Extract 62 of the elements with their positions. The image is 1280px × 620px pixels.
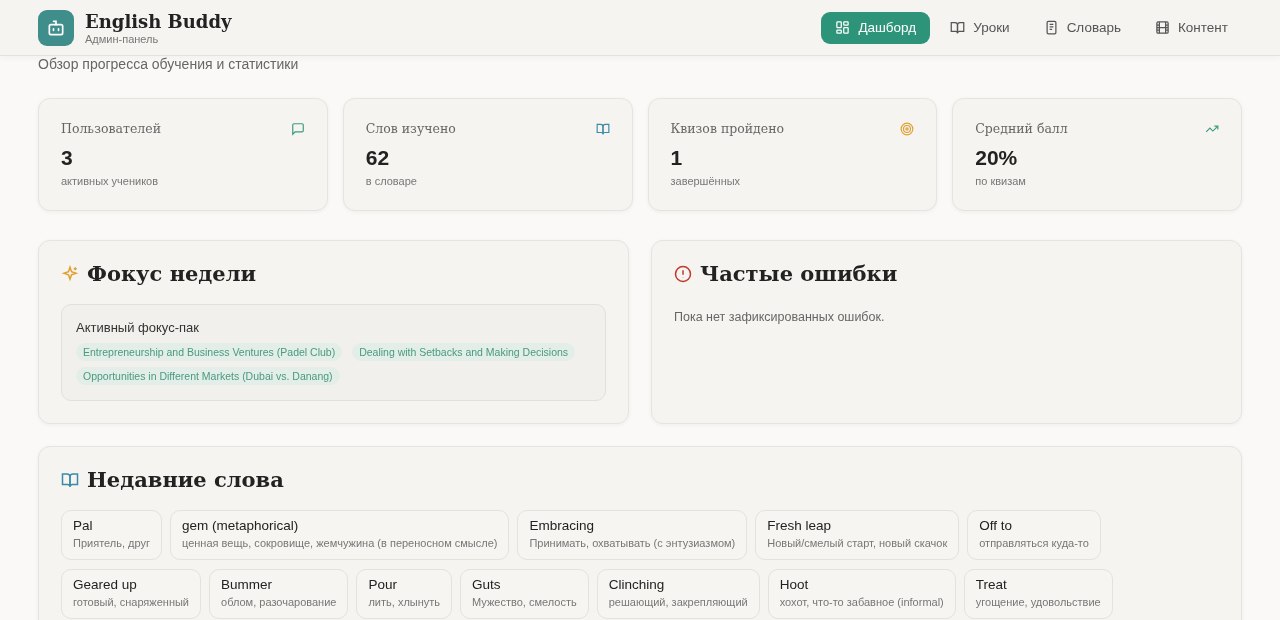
stat-label: Пользователей — [61, 121, 161, 136]
stat-caption: завершённых — [670, 175, 742, 187]
stat-value: 3 — [61, 146, 74, 170]
nav-tab[interactable]: Дашборд — [821, 11, 931, 44]
stat-value: 62 — [365, 146, 391, 170]
word-translation: Мужество, смелость — [472, 596, 577, 608]
stat-caption: в словаре — [365, 175, 418, 187]
word-text: Geared up — [73, 577, 138, 592]
target-icon — [900, 121, 915, 136]
alert-icon — [674, 264, 692, 283]
word-text: Guts — [472, 577, 502, 592]
topic-tag: Opportunities in Different Markets (Dubai vs. Danang) — [76, 367, 340, 385]
grid-icon — [835, 20, 851, 35]
word-translation: Новый/смелый старт, новый скачок — [767, 537, 948, 549]
word-translation: хохот, что-то забавное (informal) — [779, 596, 944, 608]
sparkle-icon — [61, 264, 79, 283]
word-text: Clinching — [608, 577, 666, 592]
book-icon — [950, 20, 966, 35]
nav-tab[interactable]: Контент — [1141, 11, 1242, 44]
stat-value: 20% — [975, 146, 1019, 170]
word-translation: ценная вещь, сокровище, жемчужина (в переносном смысле) — [182, 537, 498, 549]
app-subtitle: Админ-панель — [85, 32, 160, 45]
stat-value: 1 — [670, 146, 684, 170]
panel-title: Недавние слова — [87, 467, 284, 492]
panel-title: Фокус недели — [87, 261, 257, 286]
book-icon — [595, 121, 610, 136]
book-icon — [61, 470, 79, 489]
stat-label: Слов изучено — [365, 121, 456, 136]
topic-tag: Dealing with Setbacks and Making Decisions — [352, 343, 576, 361]
word-translation: Приятель, друг — [73, 537, 150, 549]
word-text: gem (metaphorical) — [182, 518, 300, 533]
stat-label: Средний балл — [975, 121, 1068, 136]
word-translation: облом, разочарование — [221, 596, 337, 608]
word-translation: Принимать, охватывать (с энтузиазмом) — [529, 537, 736, 549]
word-text: Treat — [975, 577, 1008, 592]
word-translation: отправляться куда-то — [979, 537, 1089, 549]
word-text: Fresh leap — [767, 518, 833, 533]
stat-caption: по квизам — [975, 175, 1027, 187]
empty-message: Пока нет зафиксированных ошибок. — [674, 310, 886, 324]
robot-logo-icon — [38, 9, 74, 46]
word-text: Embracing — [529, 518, 595, 533]
nav-tab[interactable]: Словарь — [1029, 11, 1135, 44]
word-text: Hoot — [779, 577, 810, 592]
app-title: English Buddy — [85, 10, 232, 32]
panel-title: Частые ошибки — [700, 261, 898, 286]
nav-tab[interactable]: Уроки — [936, 11, 1024, 44]
word-text: Pal — [73, 518, 94, 533]
chat-bubble-icon — [290, 121, 305, 136]
word-text: Bummer — [221, 577, 274, 592]
pack-title: Активный фокус-пак — [76, 320, 200, 335]
word-translation: лить, хлынуть — [368, 596, 441, 608]
word-translation: угощение, удовольствие — [975, 596, 1101, 608]
film-icon — [1155, 20, 1170, 35]
word-text: Pour — [368, 577, 398, 592]
notebook-icon — [1043, 20, 1059, 35]
page-subtitle: Обзор прогресса обучения и статистики — [38, 56, 300, 72]
stat-caption: активных учеников — [61, 175, 160, 187]
topic-tag: Entrepreneurship and Business Ventures (Padel Club) — [76, 343, 343, 361]
stat-label: Квизов пройдено — [670, 121, 785, 136]
word-translation: решающий, закрепляющий — [608, 596, 748, 608]
word-translation: готовый, снаряженный — [73, 596, 189, 608]
word-text: Off to — [979, 518, 1013, 533]
